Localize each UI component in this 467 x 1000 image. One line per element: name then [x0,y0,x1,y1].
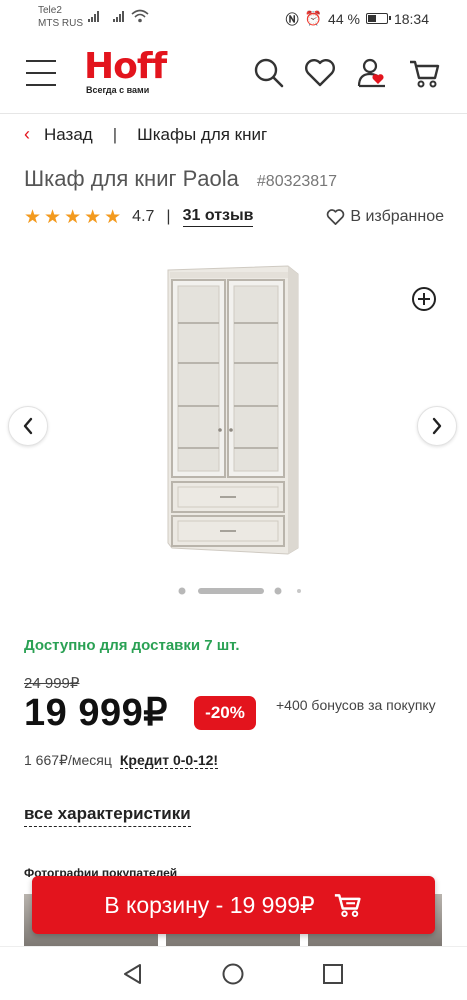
zoom-in-icon[interactable] [411,286,437,312]
product-title-row: Шкаф для книг Paola #80323817 [24,166,337,192]
all-specs-link[interactable]: все характеристики [24,804,191,827]
rating-value: 4.7 [132,208,155,225]
rating-row: ★★★★★ 4.7 | 31 отзыв В избранное [24,204,444,230]
recents-icon[interactable] [320,961,346,987]
app-header: Hoff Всегда с вами [0,36,467,114]
add-to-cart-label: В корзину - 19 999₽ [104,891,315,918]
current-price: 19 999₽ [24,692,168,734]
logo-mark: Hoff [84,46,167,87]
gallery-dot [178,587,186,595]
add-to-favorites-button[interactable]: В избранное [326,208,444,226]
gallery-dot [274,587,282,595]
monthly-payment: 1 667₽/месяц [24,752,112,768]
home-icon[interactable] [220,961,246,987]
credit-row: 1 667₽/месяц Кредит 0-0-12! [24,752,219,769]
availability-text: Доступно для доставки 7 шт. [24,637,240,654]
rating-stars-icon: ★★★★★ [24,206,125,228]
signal-icon [88,10,99,22]
search-icon[interactable] [252,56,286,90]
chevron-left-icon[interactable]: ‹ [24,124,30,145]
product-image [167,265,299,555]
heart-outline-icon [327,208,345,225]
product-title: Шкаф для книг Paola [24,166,239,191]
wifi-icon [131,9,149,23]
rating-separator: | [166,208,171,225]
carrier-names: Tele2 MTS RUS [38,4,83,30]
chevron-left-icon [23,417,33,435]
carrier-2: MTS RUS [38,18,83,29]
cart-icon[interactable] [408,56,442,90]
product-sku: #80323817 [256,173,337,190]
battery-percent: 44 % [328,10,360,27]
system-navigation-bar [0,946,467,1000]
cart-icon [334,894,361,917]
signal-icon-2 [113,10,124,22]
favorites-label: В избранное [350,208,444,225]
add-to-cart-button[interactable]: В корзину - 19 999₽ [32,876,435,934]
bonus-text: +400 бонусов за покупку [276,697,436,713]
back-icon[interactable] [120,961,146,987]
gallery-dot [297,589,301,593]
breadcrumb: ‹ Назад | Шкафы для книг [24,124,267,145]
discount-badge: -20% [194,696,256,730]
product-gallery[interactable] [0,248,467,608]
status-bar: Tele2 MTS RUS Ⓝ ⏰ 44 % 18:34 [0,0,467,36]
reviews-link[interactable]: 31 отзыв [182,207,254,227]
chevron-right-icon [432,417,442,435]
alarm-icon: ⏰ [304,10,323,26]
heart-icon[interactable] [303,56,337,90]
battery-icon [365,13,391,24]
clock: 18:34 [393,10,429,27]
gallery-pagination[interactable] [0,586,467,596]
back-link[interactable]: Назад [44,125,93,145]
user-icon[interactable] [355,56,389,90]
gallery-dot-active [198,588,264,594]
breadcrumb-separator: | [112,124,118,144]
gallery-next-button[interactable] [417,406,457,446]
nfc-icon: Ⓝ [285,12,299,27]
logo[interactable]: Hoff Всегда с вами [84,46,167,96]
gallery-prev-button[interactable] [8,406,48,446]
menu-icon[interactable] [26,60,56,86]
credit-link[interactable]: Кредит 0-0-12! [119,752,219,769]
carrier-1: Tele2 [38,5,62,16]
breadcrumb-category[interactable]: Шкафы для книг [137,125,267,145]
status-right: Ⓝ ⏰ 44 % 18:34 [286,9,429,28]
